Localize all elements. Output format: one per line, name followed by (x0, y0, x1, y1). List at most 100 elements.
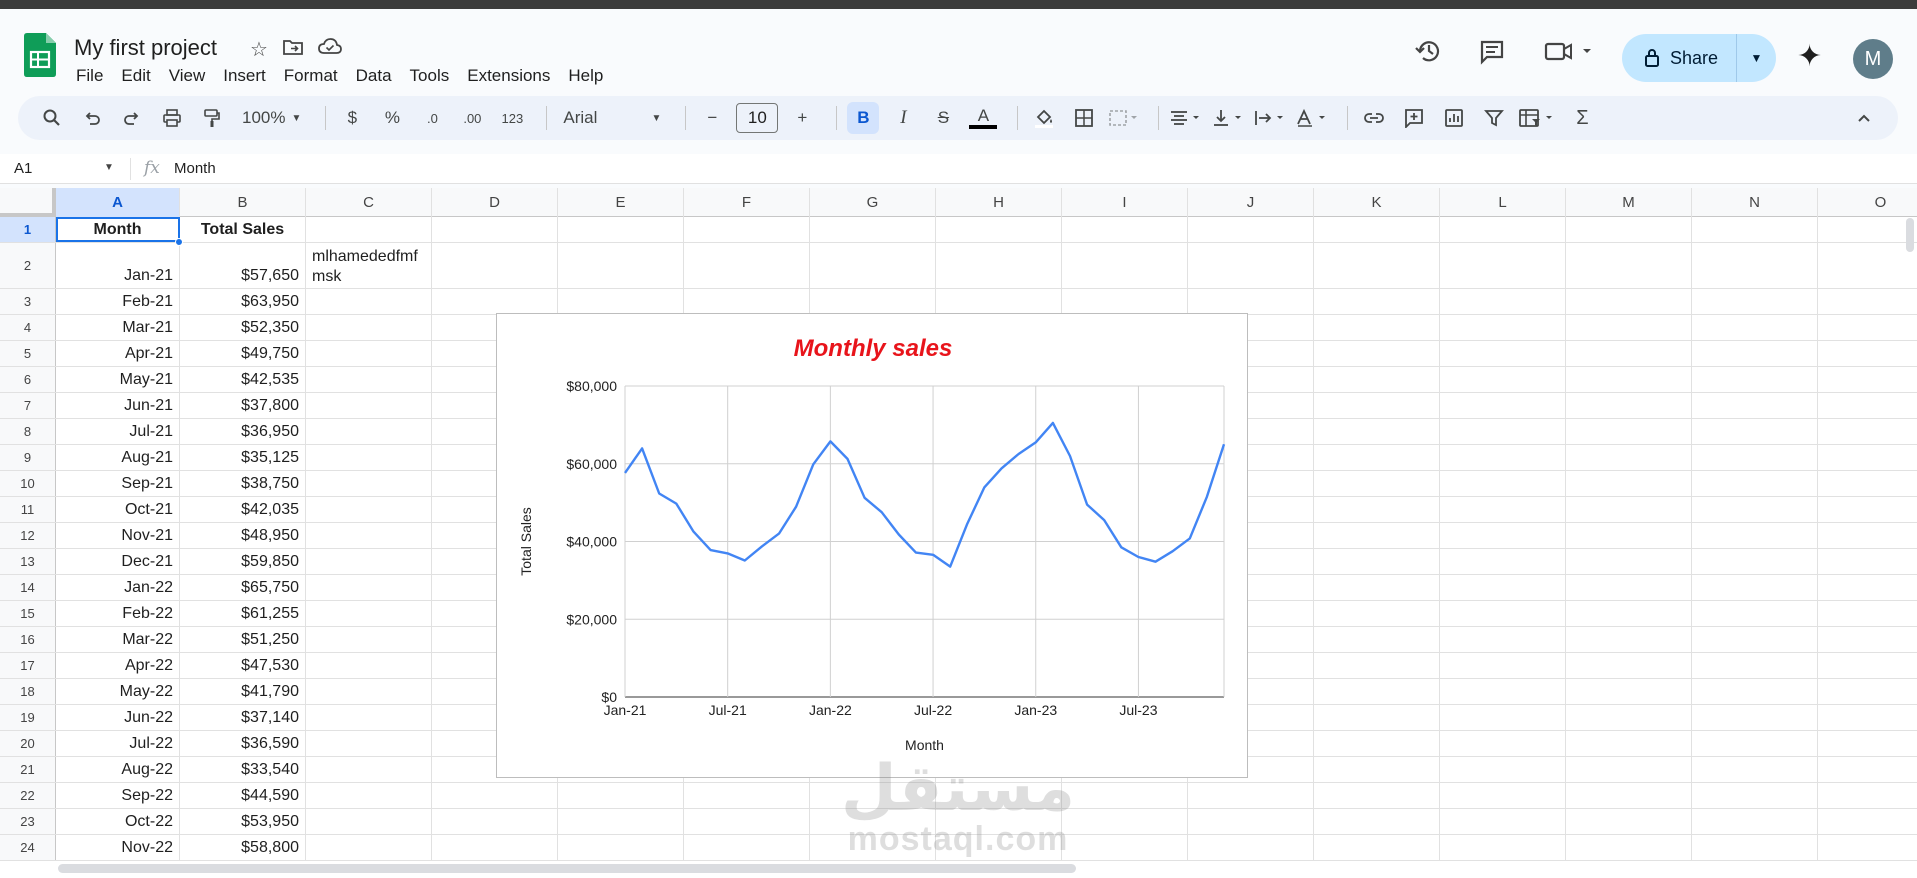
cell-empty[interactable] (1062, 809, 1188, 834)
name-box[interactable]: A1 (14, 160, 114, 177)
column-header-i[interactable]: I (1062, 188, 1188, 217)
cell-total-sales[interactable]: $48,950 (180, 523, 306, 548)
cell-empty[interactable] (1566, 393, 1692, 418)
cell-note[interactable] (306, 731, 432, 756)
cell-month[interactable]: Jan-22 (56, 575, 180, 600)
print-icon[interactable] (156, 102, 188, 134)
cell-empty[interactable] (432, 809, 558, 834)
cell-empty[interactable] (1818, 575, 1917, 600)
cell-note[interactable] (306, 497, 432, 522)
cell-empty[interactable] (432, 783, 558, 808)
cell-empty[interactable] (558, 783, 684, 808)
cell-empty[interactable] (1818, 679, 1917, 704)
strikethrough-button[interactable]: S (927, 102, 959, 134)
cell-empty[interactable] (1440, 471, 1566, 496)
column-header-e[interactable]: E (558, 188, 684, 217)
cell-empty[interactable] (1314, 419, 1440, 444)
hide-menus-chevron-icon[interactable] (1848, 102, 1880, 134)
cell-empty[interactable] (936, 289, 1062, 314)
fill-color-icon[interactable] (1028, 102, 1060, 134)
cell-empty[interactable] (1692, 549, 1818, 574)
cell-empty[interactable] (1818, 757, 1917, 782)
row-header[interactable]: 10 (0, 471, 56, 496)
cell-total-sales[interactable]: $59,850 (180, 549, 306, 574)
column-header-l[interactable]: L (1440, 188, 1566, 217)
cell-empty[interactable] (1818, 367, 1917, 392)
cell-empty[interactable] (1566, 497, 1692, 522)
cell-empty[interactable] (1062, 217, 1188, 242)
cell-empty[interactable] (1062, 783, 1188, 808)
cell-empty[interactable] (1566, 757, 1692, 782)
cell-empty[interactable] (1188, 289, 1314, 314)
cell-empty[interactable] (1314, 217, 1440, 242)
cell-month[interactable]: May-22 (56, 679, 180, 704)
cell-empty[interactable] (1692, 601, 1818, 626)
cell-empty[interactable] (1818, 549, 1917, 574)
cell-empty[interactable] (1692, 471, 1818, 496)
insert-link-icon[interactable] (1358, 102, 1390, 134)
cell-empty[interactable] (1692, 679, 1818, 704)
paint-format-icon[interactable] (196, 102, 228, 134)
cell-empty[interactable] (1692, 835, 1818, 860)
vertical-scrollbar[interactable] (1905, 217, 1915, 867)
cell-note[interactable] (306, 471, 432, 496)
cell-empty[interactable] (1440, 783, 1566, 808)
row-header[interactable]: 2 (0, 243, 56, 288)
cell-empty[interactable] (1818, 653, 1917, 678)
column-header-h[interactable]: H (936, 188, 1062, 217)
cell-empty[interactable] (1440, 705, 1566, 730)
cell-total-sales[interactable]: $33,540 (180, 757, 306, 782)
font-select[interactable]: Arial ▼ (557, 102, 667, 134)
row-header[interactable]: 1 (0, 217, 56, 242)
column-header-d[interactable]: D (432, 188, 558, 217)
cell-total-sales[interactable]: $42,035 (180, 497, 306, 522)
cell-note[interactable] (306, 653, 432, 678)
cell-note[interactable] (306, 809, 432, 834)
cell-empty[interactable] (1314, 575, 1440, 600)
cell-month[interactable]: Mar-21 (56, 315, 180, 340)
cell-month[interactable]: Oct-21 (56, 497, 180, 522)
cell-total-sales[interactable]: $61,255 (180, 601, 306, 626)
cell-empty[interactable] (1440, 627, 1566, 652)
increase-decimal-button[interactable]: .00 (456, 102, 488, 134)
cell-empty[interactable] (810, 217, 936, 242)
cell-month[interactable]: Aug-21 (56, 445, 180, 470)
cell-empty[interactable] (1818, 497, 1917, 522)
cell-empty[interactable] (684, 809, 810, 834)
cell-note[interactable] (306, 523, 432, 548)
cell-empty[interactable] (1440, 315, 1566, 340)
cell-total-sales[interactable]: $42,535 (180, 367, 306, 392)
cell-empty[interactable] (1440, 679, 1566, 704)
cell-empty[interactable] (1314, 679, 1440, 704)
cell-empty[interactable] (1440, 757, 1566, 782)
column-header-c[interactable]: C (306, 188, 432, 217)
cell-empty[interactable] (1440, 367, 1566, 392)
cell-month[interactable]: Jun-21 (56, 393, 180, 418)
cell-note[interactable] (306, 341, 432, 366)
row-header[interactable]: 6 (0, 367, 56, 392)
row-header[interactable]: 20 (0, 731, 56, 756)
menu-data[interactable]: Data (356, 66, 401, 86)
cell-empty[interactable] (432, 835, 558, 860)
cell-empty[interactable] (810, 243, 936, 288)
cell-total-sales[interactable]: $53,950 (180, 809, 306, 834)
italic-button[interactable]: I (887, 102, 919, 134)
cell-note[interactable] (306, 575, 432, 600)
cell-note[interactable] (306, 445, 432, 470)
cell-total-sales[interactable]: $41,790 (180, 679, 306, 704)
cell-empty[interactable] (1692, 705, 1818, 730)
cell-month[interactable]: Jul-21 (56, 419, 180, 444)
cell-empty[interactable] (1062, 243, 1188, 288)
cell-total-sales[interactable]: $57,650 (180, 243, 306, 288)
cell-empty[interactable] (558, 289, 684, 314)
search-menus-icon[interactable] (36, 102, 68, 134)
version-history-icon[interactable] (1412, 34, 1446, 68)
cell-total-sales[interactable]: $58,800 (180, 835, 306, 860)
filter-icon[interactable] (1478, 102, 1510, 134)
cell-empty[interactable] (1692, 809, 1818, 834)
cell-empty[interactable] (1314, 497, 1440, 522)
cell-empty[interactable] (1314, 835, 1440, 860)
cell-empty[interactable] (1566, 575, 1692, 600)
sheets-logo-icon[interactable] (24, 33, 56, 77)
cell-empty[interactable] (1692, 315, 1818, 340)
